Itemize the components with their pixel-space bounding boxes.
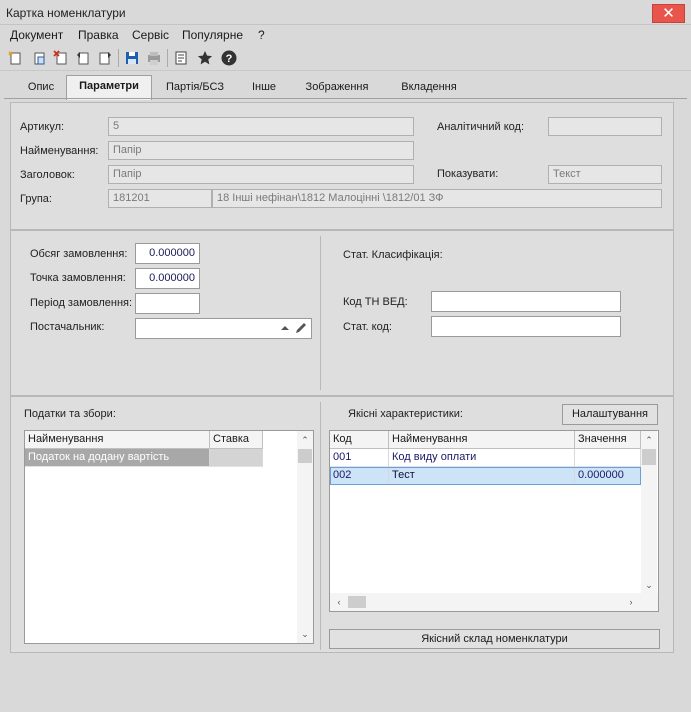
qualities-horizontal-scrollbar[interactable] <box>330 593 658 611</box>
table-row[interactable]: Податок на додану вартість <box>25 449 210 467</box>
table-row-value-selected[interactable]: 0.000000 <box>575 467 641 485</box>
panel-divider <box>320 402 321 650</box>
order-period-field[interactable] <box>135 293 200 314</box>
stat-code-field[interactable] <box>431 316 621 337</box>
tab-attachments[interactable]: Вкладення <box>384 77 474 99</box>
tab-parameters[interactable]: Параметри <box>66 75 152 100</box>
pencil-icon[interactable] <box>294 321 308 335</box>
qualities-column-name[interactable]: Найменування <box>389 431 575 449</box>
chevron-down-icon[interactable]: ⌄ <box>642 578 656 592</box>
stat-classification-title: Стат. Класифікація: <box>343 249 443 261</box>
taxes-column-name[interactable]: Найменування <box>25 431 210 449</box>
qualities-title: Якісні характеристики: <box>348 408 463 420</box>
order-point-label: Точка замовлення: <box>30 272 126 284</box>
menu-popular[interactable]: Популярне <box>182 28 243 42</box>
tab-images[interactable]: Зображення <box>294 77 380 99</box>
heading-field[interactable]: Папір <box>108 165 414 184</box>
qualities-column-value[interactable]: Значення <box>575 431 641 449</box>
tab-underline <box>4 98 687 99</box>
table-row-value[interactable] <box>575 449 641 467</box>
toolbar-separator <box>167 49 168 67</box>
menu-document[interactable]: Документ <box>10 28 63 42</box>
menu-help[interactable]: ? <box>258 28 265 42</box>
show-label: Показувати: <box>437 168 499 180</box>
qualities-column-code[interactable]: Код <box>330 431 389 449</box>
stat-code-label: Стат. код: <box>343 321 392 333</box>
chevron-up-icon[interactable]: ⌃ <box>298 433 312 447</box>
forward-icon[interactable] <box>94 47 116 69</box>
menu-edit[interactable]: Правка <box>78 28 119 42</box>
analytic-code-label: Аналітичний код: <box>437 121 525 133</box>
table-row-name[interactable]: Код виду оплати <box>389 449 575 467</box>
svg-text:?: ? <box>226 53 233 65</box>
panel-divider <box>320 236 321 390</box>
order-volume-label: Обсяг замовлення: <box>30 248 128 260</box>
table-row-code[interactable]: 001 <box>330 449 389 467</box>
supplier-label: Постачальник: <box>30 321 105 333</box>
delete-icon[interactable] <box>50 47 72 69</box>
tnved-label: Код ТН ВЕД: <box>343 296 408 308</box>
tab-description[interactable]: Опис <box>16 77 66 99</box>
analytic-code-field[interactable] <box>548 117 662 136</box>
table-row-code-selected[interactable]: 002 <box>330 467 389 485</box>
help-icon[interactable]: ? <box>218 47 240 69</box>
group-label: Група: <box>20 193 52 205</box>
chevron-right-icon[interactable]: › <box>624 595 638 609</box>
taxes-column-rate[interactable]: Ставка <box>210 431 263 449</box>
order-volume-field[interactable]: 0.000000 <box>135 243 200 264</box>
properties-icon[interactable] <box>170 47 192 69</box>
quality-composition-button[interactable]: Якісний склад номенклатури <box>329 629 660 649</box>
scroll-thumb[interactable] <box>642 449 656 465</box>
save-icon[interactable] <box>121 47 143 69</box>
triangle-up-icon[interactable] <box>279 322 291 334</box>
back-icon[interactable] <box>72 47 94 69</box>
print-icon[interactable] <box>143 47 165 69</box>
group-path-field[interactable]: 18 Інші нефінан\1812 Малоцінні \1812/01 … <box>212 189 662 208</box>
settings-button[interactable]: Налаштування <box>562 404 658 425</box>
order-period-label: Період замовлення: <box>30 297 133 309</box>
article-label: Артикул: <box>20 121 65 133</box>
name-field[interactable]: Папір <box>108 141 414 160</box>
heading-label: Заголовок: <box>20 169 75 181</box>
order-point-field[interactable]: 0.000000 <box>135 268 200 289</box>
tnved-field[interactable] <box>431 291 621 312</box>
table-row-name-selected[interactable]: Тест <box>389 467 575 485</box>
chevron-up-icon[interactable]: ⌃ <box>642 433 656 447</box>
tab-other[interactable]: Інше <box>236 77 292 99</box>
taxes-title: Податки та збори: <box>24 408 116 420</box>
scroll-thumb[interactable] <box>348 596 366 608</box>
tab-batch[interactable]: Партія/БСЗ <box>156 77 234 99</box>
table-row-rate[interactable] <box>210 449 263 467</box>
group-code-field[interactable]: 181201 <box>108 189 212 208</box>
chevron-down-icon[interactable]: ⌄ <box>298 627 312 641</box>
scroll-thumb[interactable] <box>298 449 312 463</box>
article-field[interactable]: 5 <box>108 117 414 136</box>
chevron-left-icon[interactable]: ‹ <box>332 595 346 609</box>
favorites-star-icon[interactable] <box>194 47 216 69</box>
close-button[interactable]: ✕ <box>652 4 685 23</box>
window-title: Картка номенклатури <box>6 6 126 20</box>
name-label: Найменування: <box>20 145 99 157</box>
new-copy-icon[interactable] <box>28 47 50 69</box>
show-field[interactable]: Текст <box>548 165 662 184</box>
new-icon[interactable] <box>4 47 26 69</box>
menu-service[interactable]: Сервіс <box>132 28 169 42</box>
toolbar-separator <box>118 49 119 67</box>
